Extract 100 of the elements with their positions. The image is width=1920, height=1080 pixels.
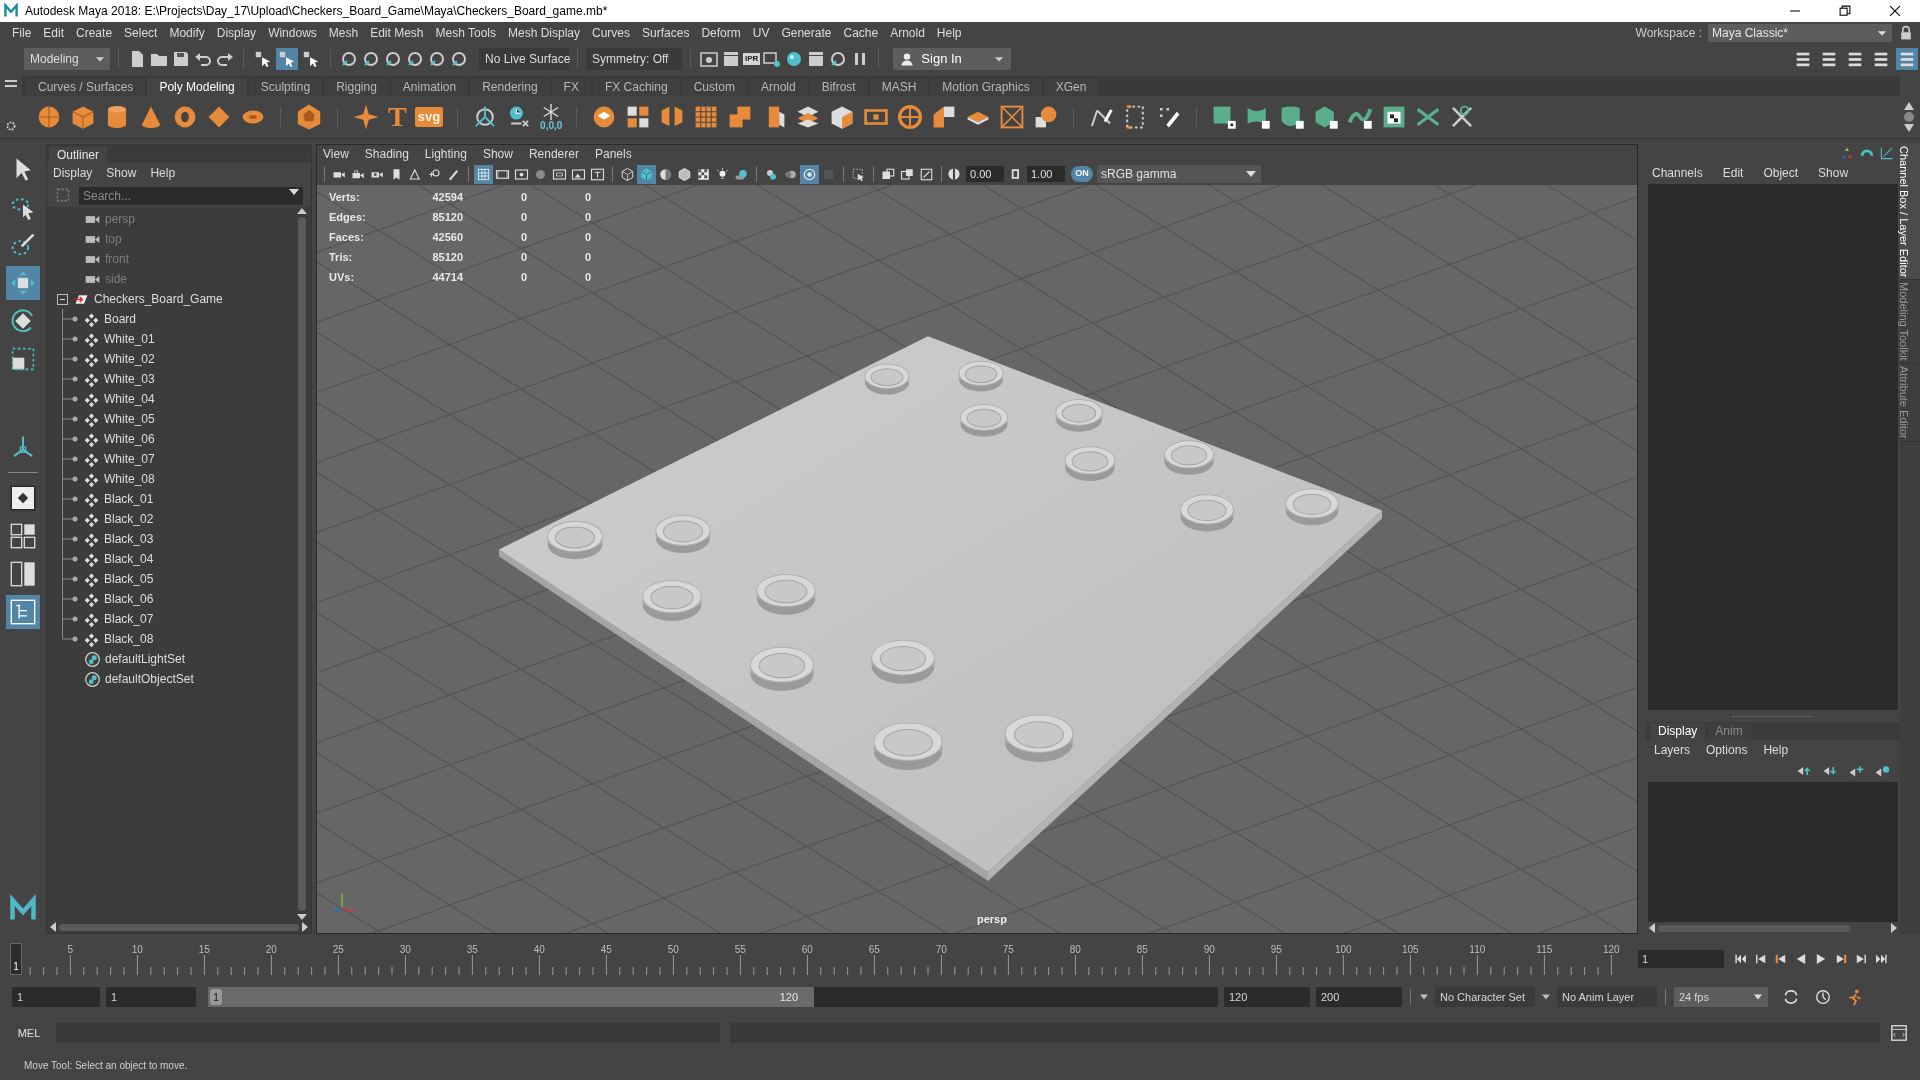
step-forward-icon[interactable] <box>1854 952 1868 966</box>
shelf-tab[interactable]: FX Caching <box>592 78 680 96</box>
current-frame-marker[interactable]: 1 <box>10 943 22 975</box>
shelf-tab[interactable]: Animation <box>390 78 469 96</box>
running-figure-icon[interactable] <box>1846 988 1864 1006</box>
menu-item[interactable]: Lighting <box>424 145 467 163</box>
fps-dropdown[interactable]: 24 fps <box>1674 987 1768 1007</box>
outliner-item[interactable]: White_06 <box>104 430 155 448</box>
scrollbar-thumb[interactable] <box>298 217 306 911</box>
torus-icon[interactable] <box>172 104 198 130</box>
caret-icon[interactable] <box>1245 169 1257 179</box>
playback-end-field[interactable]: 120 <box>1224 987 1310 1007</box>
menu-item[interactable]: Help <box>150 164 176 182</box>
outliner-item[interactable]: Black_06 <box>104 590 154 608</box>
scroll-left-icon[interactable] <box>49 922 57 932</box>
shaded-icon[interactable] <box>637 164 656 184</box>
scrollbar-thumb[interactable] <box>59 923 299 931</box>
caret-icon[interactable] <box>288 187 300 197</box>
menu-item[interactable]: Edit <box>37 24 71 42</box>
menu-item[interactable]: Edit <box>1722 164 1744 182</box>
new-layer-icon[interactable] <box>1848 765 1864 777</box>
menu-item[interactable]: Options <box>1706 741 1748 759</box>
shelf-tab[interactable]: Arnold <box>748 78 808 96</box>
outliner-item[interactable]: defaultLightSet <box>105 650 186 668</box>
wheel-icon[interactable] <box>897 104 924 130</box>
caret-icon[interactable] <box>1541 993 1551 1001</box>
scroll-up-icon[interactable] <box>297 207 307 215</box>
outliner-item[interactable]: Black_03 <box>104 530 154 548</box>
menu-item[interactable]: Channels <box>1652 164 1703 182</box>
menu-item[interactable]: Surfaces <box>636 24 696 42</box>
symmetry-field[interactable]: Symmetry: Off <box>586 48 682 70</box>
diamond-icon[interactable] <box>206 104 232 130</box>
outliner-item[interactable]: White_01 <box>104 330 155 348</box>
menu-item[interactable]: Create <box>70 24 119 42</box>
go-to-end-icon[interactable] <box>1874 952 1888 966</box>
save-icon[interactable] <box>171 49 191 69</box>
current-frame-field[interactable]: 1 <box>1638 950 1724 968</box>
menu-item[interactable]: Display <box>53 164 93 182</box>
close-icon[interactable] <box>1888 4 1902 18</box>
outliner-item[interactable]: Black_08 <box>104 630 154 648</box>
scroll-up-icon[interactable] <box>1904 102 1914 110</box>
outliner-item[interactable]: Board <box>104 310 137 328</box>
menu-item[interactable]: Show <box>1818 164 1849 182</box>
render-settings-icon[interactable] <box>762 49 783 69</box>
color-space-dropdown[interactable]: sRGB gamma <box>1097 165 1261 183</box>
menu-item[interactable]: Select <box>118 24 164 42</box>
outliner-item[interactable]: White_07 <box>104 450 155 468</box>
loop-icon[interactable] <box>1782 988 1800 1006</box>
outliner-item[interactable]: White_03 <box>104 370 155 388</box>
checker-square-icon[interactable] <box>1211 104 1238 130</box>
menu-item[interactable]: Shading <box>364 145 409 163</box>
scroll-left-icon[interactable] <box>1648 923 1656 933</box>
shelf-tab[interactable]: Curves / Surfaces <box>26 78 146 96</box>
shelf-tab[interactable]: MASH <box>869 78 929 96</box>
collapse-icon[interactable] <box>57 293 68 305</box>
outliner-item[interactable]: Black_04 <box>104 550 154 568</box>
caret-icon[interactable] <box>1419 993 1429 1001</box>
start-frame-field[interactable]: 1 <box>12 987 100 1007</box>
outliner-item[interactable]: White_08 <box>104 470 155 488</box>
new-layer-selected-icon[interactable] <box>1874 765 1890 777</box>
menu-item[interactable]: Panels <box>594 145 632 163</box>
shelf-tab[interactable]: Custom <box>681 78 747 96</box>
polyhedron-icon[interactable] <box>295 103 323 131</box>
step-back-key-icon[interactable] <box>1754 952 1768 966</box>
menu-item[interactable]: Layers <box>1654 741 1691 759</box>
menu-item[interactable]: Mesh Tools <box>429 24 502 42</box>
settings-icon[interactable] <box>5 120 17 132</box>
panel-tab[interactable]: Outliner <box>49 147 108 163</box>
layer-up-icon[interactable] <box>1796 765 1812 777</box>
text-tool-button[interactable]: T <box>388 103 407 131</box>
outliner-item[interactable]: Black_05 <box>104 570 154 588</box>
outliner-item[interactable]: White_05 <box>104 410 155 428</box>
menu-item[interactable]: Arnold <box>884 24 931 42</box>
shelf-tab[interactable]: XGen <box>1043 78 1099 96</box>
script-editor-icon[interactable] <box>1890 1024 1908 1042</box>
playback-start-field[interactable]: 1 <box>106 987 196 1007</box>
menu-item[interactable]: Display <box>210 24 263 42</box>
dome-face-icon[interactable] <box>1279 104 1306 130</box>
menu-item[interactable]: Mesh <box>322 24 365 42</box>
color-management-toggle[interactable]: ON <box>1071 166 1093 182</box>
playback-speed-icon[interactable] <box>1814 988 1832 1006</box>
outliner-item[interactable]: White_04 <box>104 390 155 408</box>
exposure-field[interactable]: 0.00 <box>966 166 1004 182</box>
lock-icon[interactable] <box>1898 25 1914 41</box>
outliner-item[interactable]: Checkers_Board_Game <box>94 290 223 308</box>
end-frame-field[interactable]: 200 <box>1316 987 1402 1007</box>
shelf-tab[interactable]: Sculpting <box>248 78 323 96</box>
outliner-item[interactable]: Black_02 <box>104 510 154 528</box>
menu-item[interactable]: Edit Mesh <box>364 24 430 42</box>
range-track[interactable]: 1 120 <box>208 987 1218 1007</box>
workspace-dropdown[interactable]: Maya Classic* <box>1708 24 1892 42</box>
scroll-down-icon[interactable] <box>1904 124 1914 132</box>
checker-cube-icon[interactable] <box>1313 104 1340 130</box>
shelf-tab[interactable]: FX <box>551 78 591 96</box>
grid-icon[interactable] <box>474 164 493 184</box>
antialias-icon[interactable] <box>800 164 819 184</box>
go-to-start-icon[interactable] <box>1734 952 1748 966</box>
anim-layer-dropdown[interactable]: No Anim Layer <box>1557 987 1657 1007</box>
menu-item[interactable]: Help <box>930 24 968 42</box>
outliner-item[interactable]: White_02 <box>104 350 155 368</box>
